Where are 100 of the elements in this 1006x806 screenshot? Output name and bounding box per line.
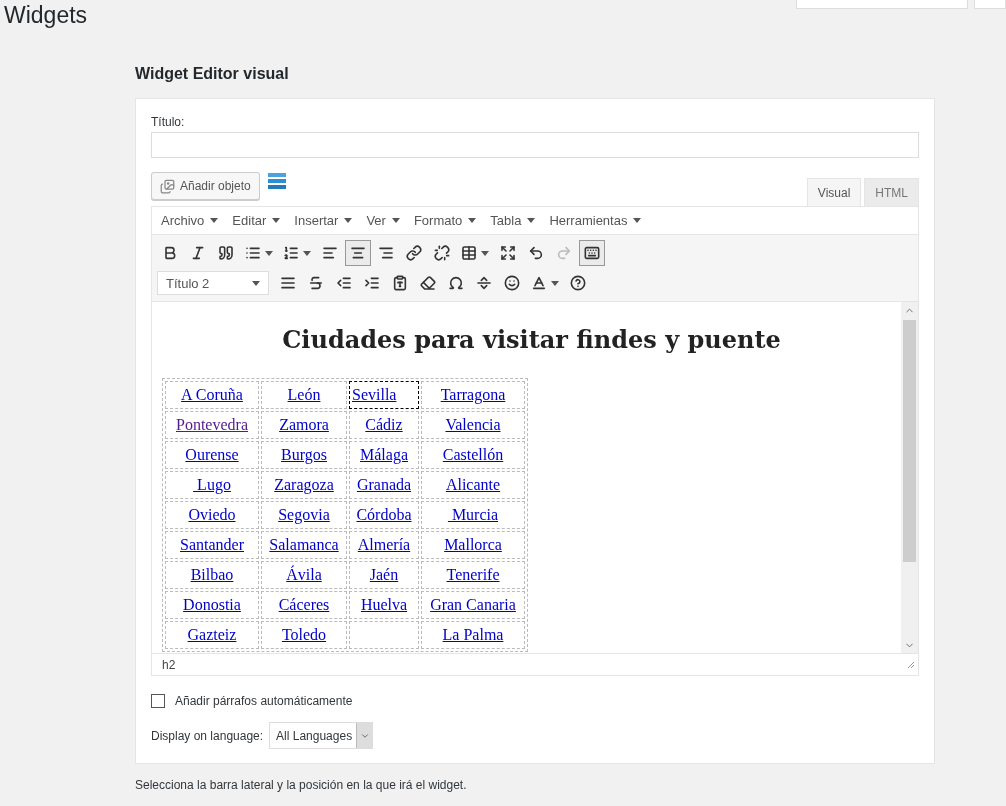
city-link[interactable]: Ávila bbox=[286, 566, 322, 583]
menu-item[interactable]: Editar bbox=[232, 213, 281, 228]
align-center-button[interactable] bbox=[345, 240, 371, 266]
menu-item[interactable]: Insertar bbox=[294, 213, 353, 228]
fullscreen-icon bbox=[500, 245, 516, 261]
city-link[interactable]: Segovia bbox=[278, 506, 330, 523]
caret-icon bbox=[391, 218, 400, 223]
read-more-icon bbox=[476, 275, 492, 291]
city-link[interactable]: Donostia bbox=[183, 596, 241, 613]
city-link[interactable]: Murcia bbox=[447, 506, 499, 523]
menu-item[interactable]: Archivo bbox=[161, 213, 219, 228]
bullet-list-icon bbox=[245, 245, 261, 261]
checkbox-label: Añadir párrafos automáticamente bbox=[175, 694, 353, 708]
city-link[interactable]: Tenerife bbox=[446, 566, 500, 583]
city-link[interactable]: La Palma bbox=[442, 626, 504, 643]
city-link[interactable]: Ourense bbox=[185, 446, 239, 463]
format-select[interactable]: Título 2 bbox=[157, 271, 269, 295]
city-link[interactable]: Salamanca bbox=[269, 536, 339, 553]
footer-note: Selecciona la barra lateral y la posición en la que irá el widget. bbox=[135, 778, 468, 792]
city-link[interactable]: Huelva bbox=[360, 596, 408, 613]
city-link[interactable]: Bilbao bbox=[190, 566, 234, 583]
align-right-icon bbox=[378, 245, 394, 261]
unlink-icon bbox=[434, 245, 450, 261]
menu-item[interactable]: Tabla bbox=[490, 213, 536, 228]
layers-icon bbox=[267, 172, 286, 190]
caret-icon bbox=[527, 218, 536, 223]
menu-item[interactable]: Herramientas bbox=[549, 213, 642, 228]
element-path[interactable]: h2 bbox=[162, 657, 176, 672]
city-link[interactable]: Burgos bbox=[281, 446, 327, 463]
city-link[interactable]: Pontevedra bbox=[176, 416, 248, 433]
city-link[interactable]: Gran Canaria bbox=[430, 596, 516, 613]
city-link[interactable]: Cáceres bbox=[278, 596, 330, 613]
strikethrough-icon bbox=[308, 275, 324, 291]
scrollbar[interactable] bbox=[901, 302, 918, 653]
city-link[interactable]: León bbox=[287, 386, 321, 403]
italic-icon bbox=[190, 245, 206, 261]
language-label: Display on language: bbox=[151, 728, 264, 743]
align-left-icon bbox=[322, 245, 338, 261]
redo-icon bbox=[556, 245, 572, 261]
title-input[interactable] bbox=[151, 132, 919, 158]
menu-item[interactable]: Ver bbox=[366, 213, 400, 228]
editor-tab[interactable]: HTML bbox=[864, 178, 919, 206]
smiley-icon bbox=[504, 275, 520, 291]
city-link[interactable]: Sevilla bbox=[352, 386, 397, 403]
city-link[interactable]: Lugo bbox=[193, 476, 231, 493]
widget-title: Widget Editor visual bbox=[135, 64, 290, 84]
city-link[interactable]: Tarragona bbox=[440, 386, 506, 403]
scrollbar-thumb[interactable] bbox=[903, 320, 916, 562]
caret-icon bbox=[344, 218, 353, 223]
quote-icon bbox=[218, 245, 234, 261]
keyboard-button[interactable] bbox=[579, 240, 605, 266]
caret-icon bbox=[633, 218, 642, 223]
media-icon bbox=[160, 178, 175, 194]
text-color-icon bbox=[531, 275, 547, 291]
city-link[interactable]: Córdoba bbox=[356, 506, 412, 523]
editor-tab[interactable]: Visual bbox=[806, 178, 862, 206]
bold-icon bbox=[162, 245, 178, 261]
caret-icon bbox=[303, 250, 311, 256]
caret-icon bbox=[252, 280, 260, 286]
outdent-icon bbox=[336, 275, 352, 291]
city-link[interactable]: Castellón bbox=[442, 446, 504, 463]
keyboard-icon bbox=[584, 245, 600, 261]
city-link[interactable]: Valencia bbox=[445, 416, 501, 433]
add-media-button[interactable]: Añadir objeto bbox=[151, 172, 260, 200]
justify-icon bbox=[280, 275, 296, 291]
content-heading: Ciudades para visitar findes y puente bbox=[281, 324, 782, 356]
indent-icon bbox=[364, 275, 380, 291]
caret-icon bbox=[265, 250, 273, 256]
city-link[interactable]: Málaga bbox=[360, 446, 408, 463]
page-title: Widgets bbox=[3, 1, 88, 30]
city-link[interactable]: Oviedo bbox=[188, 506, 236, 523]
city-link[interactable]: Zamora bbox=[279, 416, 329, 433]
city-link[interactable]: Alicante bbox=[445, 476, 501, 493]
undo-icon bbox=[528, 245, 544, 261]
eraser-icon bbox=[420, 275, 436, 291]
city-link[interactable]: Zaragoza bbox=[274, 476, 334, 493]
city-link[interactable]: Jaén bbox=[369, 566, 399, 583]
checkbox[interactable] bbox=[151, 694, 165, 708]
numbered-list-icon bbox=[283, 245, 299, 261]
omega-icon bbox=[448, 275, 464, 291]
help-icon bbox=[570, 275, 586, 291]
city-link[interactable]: Cádiz bbox=[365, 416, 403, 433]
language-select[interactable]: All Languages bbox=[269, 722, 374, 749]
city-link[interactable]: Santander bbox=[180, 536, 244, 553]
link-icon bbox=[406, 245, 422, 261]
resize-grip-icon[interactable] bbox=[907, 660, 915, 669]
city-link[interactable]: Granada bbox=[356, 476, 412, 493]
city-link[interactable]: Mallorca bbox=[444, 536, 502, 553]
align-center-icon bbox=[350, 245, 366, 261]
city-link[interactable]: A Coruña bbox=[181, 386, 243, 403]
paste-text-icon bbox=[392, 275, 408, 291]
table-icon bbox=[461, 245, 477, 261]
menu-item[interactable]: Formato bbox=[413, 213, 477, 228]
city-link[interactable]: Almería bbox=[357, 536, 411, 553]
caret-icon bbox=[481, 250, 489, 256]
caret-icon bbox=[551, 280, 559, 286]
city-link[interactable]: Gazteiz bbox=[187, 626, 237, 643]
caret-icon bbox=[468, 218, 477, 223]
title-label: Título: bbox=[151, 115, 186, 129]
city-link[interactable]: Toledo bbox=[281, 626, 327, 643]
